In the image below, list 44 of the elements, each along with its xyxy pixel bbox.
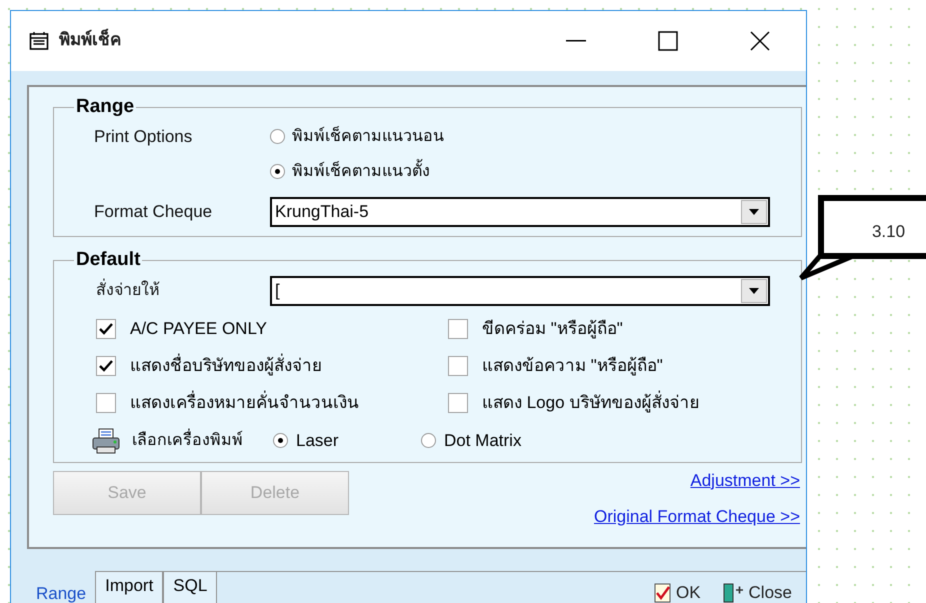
close-icon <box>750 31 770 51</box>
field-label: Print Options <box>94 126 194 148</box>
tab[interactable]: SQL <box>163 571 218 603</box>
checked-note-icon <box>654 582 672 602</box>
checkbox[interactable] <box>448 356 468 376</box>
callout-text: 3.10 <box>872 221 906 244</box>
maximize-icon <box>658 31 678 51</box>
radio-button[interactable] <box>273 433 288 448</box>
field-label: Format Cheque <box>94 200 214 223</box>
checkbox[interactable] <box>96 356 116 376</box>
tab[interactable]: Range <box>27 571 96 603</box>
checkbox[interactable] <box>448 319 468 339</box>
checkbox-label: ขีดคร่อม "หรือผู้ถือ" <box>482 318 623 340</box>
checkbox-label: แสดงชื่อบริษัทของผู้สั่งจ่าย <box>130 353 322 379</box>
payee-dropdown[interactable]: [ <box>270 276 770 306</box>
ok-button[interactable]: OK <box>654 580 701 603</box>
tab[interactable]: Import <box>95 571 164 603</box>
field-label: เลือกเครื่องพิมพ์ <box>132 428 243 452</box>
link[interactable]: Original Format Cheque >> <box>594 504 800 530</box>
checkbox-label: A/C PAYEE ONLY <box>130 318 267 340</box>
checkbox-label: แสดง Logo บริษัทของผู้สั่งจ่าย <box>482 390 700 416</box>
calendar-icon <box>29 31 49 51</box>
group-title: Default <box>75 248 142 272</box>
radio-label: Dot Matrix <box>444 430 522 452</box>
printer-icon <box>92 428 122 454</box>
door-exit-icon <box>722 582 745 602</box>
field-label: สั่งจ่ายให้ <box>96 278 270 302</box>
format-dropdown[interactable]: KrungThai-5 <box>270 196 770 226</box>
checkbox-label: แสดงข้อความ "หรือผู้ถือ" <box>482 355 663 378</box>
window-title: พิมพ์เช็ค <box>59 28 121 52</box>
radio-button[interactable] <box>421 433 436 448</box>
group-title: Range <box>75 95 136 119</box>
close-button[interactable]: Close <box>722 580 792 603</box>
checkbox[interactable] <box>96 319 116 339</box>
radio-label: Laser <box>296 430 339 452</box>
link[interactable]: Adjustment >> <box>690 468 800 493</box>
radio-button[interactable] <box>270 164 285 179</box>
radio-label: พิมพ์เช็คตามแนวนอน <box>292 125 444 146</box>
minimize-icon <box>566 40 586 42</box>
checkbox[interactable] <box>96 393 116 413</box>
radio-label: พิมพ์เช็คตามแนวตั้ง <box>292 160 430 184</box>
radio-button[interactable] <box>270 129 285 144</box>
checkbox[interactable] <box>448 393 468 413</box>
checkbox-label: แสดงเครื่องหมายคั่นจำนวนเงิน <box>130 390 359 416</box>
